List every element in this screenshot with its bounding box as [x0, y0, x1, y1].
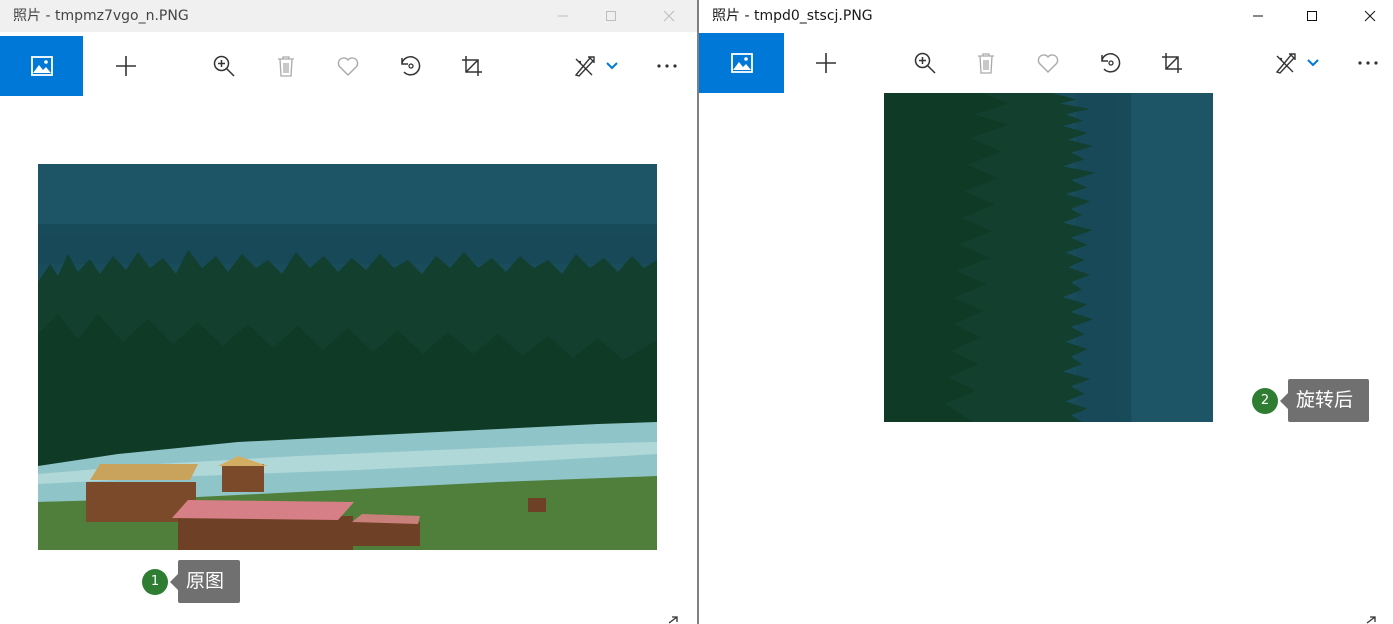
original-photo: [38, 164, 657, 550]
edit-draw-icon: [574, 56, 595, 77]
dropdown-chevron-icon: [1307, 59, 1319, 67]
add-icon: [116, 56, 136, 76]
minimize-icon: [1253, 15, 1263, 17]
delete-icon: [278, 56, 294, 77]
more-options-button[interactable]: [1346, 33, 1390, 93]
zoom-in-button[interactable]: [202, 36, 246, 96]
edit-dropdown-button[interactable]: [602, 36, 622, 96]
minimize-icon: [558, 15, 568, 17]
title-bar[interactable]: 照片 - tmpd0_stscj.PNG: [699, 0, 1393, 32]
crop-icon: [1162, 53, 1182, 73]
view-photo-icon: [30, 56, 53, 76]
dropdown-chevron-icon: [606, 62, 618, 70]
rotate-button[interactable]: [1088, 33, 1132, 93]
crop-button[interactable]: [450, 36, 494, 96]
maximize-icon: [606, 11, 616, 21]
edit-draw-button[interactable]: [563, 36, 607, 96]
edit-dropdown-button[interactable]: [1303, 33, 1323, 93]
view-photo-icon: [730, 53, 753, 73]
delete-icon: [978, 53, 994, 74]
toolbar: [699, 33, 1393, 93]
callout-label: 旋转后: [1279, 379, 1370, 422]
minimize-button[interactable]: [1235, 0, 1281, 32]
callout-badge: 2: [1252, 387, 1278, 414]
favorite-icon: [337, 57, 359, 76]
expand-icon[interactable]: [1364, 614, 1378, 624]
more-options-icon: [657, 64, 677, 68]
callout-badge: 1: [142, 568, 168, 595]
edit-draw-icon: [1275, 53, 1296, 74]
delete-button[interactable]: [264, 36, 308, 96]
rotated-photo: [884, 93, 1213, 620]
window-title: 照片 - tmpmz7vgo_n.PNG: [13, 8, 189, 24]
zoom-in-icon: [914, 52, 936, 74]
add-button[interactable]: [804, 33, 848, 93]
minimize-button[interactable]: [540, 0, 586, 32]
more-options-button[interactable]: [645, 36, 689, 96]
add-icon: [816, 53, 836, 73]
zoom-in-icon: [213, 55, 235, 77]
photos-window-right: 照片 - tmpd0_stscj.PNG 2 旋转后: [699, 0, 1393, 624]
callout-rotated: 2 旋转后: [1252, 379, 1370, 422]
maximize-button[interactable]: [588, 0, 634, 32]
close-button[interactable]: [1347, 0, 1393, 32]
rotate-icon: [1101, 53, 1121, 73]
favorite-icon: [1037, 54, 1059, 73]
view-photo-button[interactable]: [699, 33, 784, 93]
rotate-button[interactable]: [388, 36, 432, 96]
view-photo-button[interactable]: [0, 36, 83, 96]
title-bar[interactable]: 照片 - tmpmz7vgo_n.PNG: [0, 0, 697, 32]
toolbar: [0, 36, 697, 96]
close-button[interactable]: [646, 0, 692, 32]
delete-button[interactable]: [964, 33, 1008, 93]
callout-label: 原图: [169, 560, 241, 603]
window-title: 照片 - tmpd0_stscj.PNG: [712, 8, 873, 24]
callout-original: 1 原图: [142, 560, 241, 603]
crop-button[interactable]: [1150, 33, 1194, 93]
maximize-button[interactable]: [1289, 0, 1335, 32]
edit-draw-button[interactable]: [1264, 33, 1308, 93]
more-options-icon: [1358, 61, 1378, 65]
add-button[interactable]: [104, 36, 148, 96]
zoom-in-button[interactable]: [903, 33, 947, 93]
expand-icon[interactable]: [666, 614, 680, 624]
favorite-button[interactable]: [326, 36, 370, 96]
maximize-icon: [1307, 11, 1317, 21]
favorite-button[interactable]: [1026, 33, 1070, 93]
rotate-icon: [401, 56, 421, 76]
close-icon: [1364, 10, 1376, 22]
close-icon: [663, 10, 675, 22]
crop-icon: [462, 56, 482, 76]
photos-window-left: 照片 - tmpmz7vgo_n.PNG 1 原图: [0, 0, 697, 624]
